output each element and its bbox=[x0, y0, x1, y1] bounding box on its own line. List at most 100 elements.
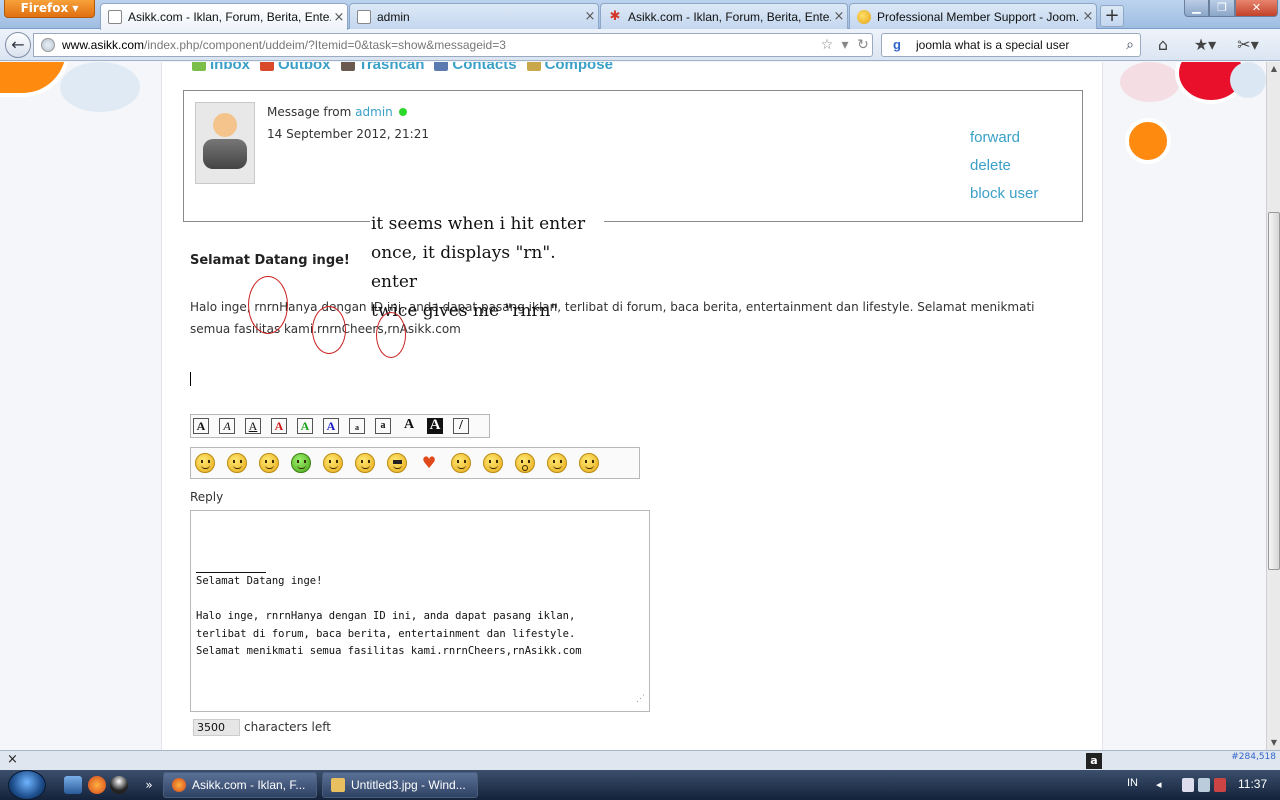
firefox-icon bbox=[172, 778, 186, 792]
bookmarks-menu-icon[interactable]: ★▾ bbox=[1188, 35, 1222, 55]
taskbar-firefox-window[interactable]: Asikk.com - Iklan, F... bbox=[163, 772, 317, 798]
vertical-scrollbar[interactable]: ▲ ▼ bbox=[1266, 62, 1280, 750]
tab-asikk-message[interactable]: Asikk.com - Iklan, Forum, Berita, Ente..… bbox=[100, 3, 348, 30]
blue-text-button[interactable]: A bbox=[323, 418, 339, 434]
scrollbar-thumb[interactable] bbox=[1268, 212, 1280, 570]
close-icon[interactable]: × bbox=[831, 9, 847, 24]
emoticon-icon[interactable] bbox=[227, 453, 247, 473]
search-engine-icon[interactable]: g bbox=[884, 35, 910, 55]
online-status-icon bbox=[398, 108, 407, 116]
reload-icon[interactable]: ↻ bbox=[854, 37, 872, 53]
message-page: Inbox Outbox Trashcan Contacts Compose M… bbox=[161, 62, 1103, 750]
annotation-circle bbox=[248, 276, 288, 334]
language-indicator[interactable]: IN bbox=[1127, 777, 1138, 789]
tab-asikk-home[interactable]: ✱ Asikk.com - Iklan, Forum, Berita, Ente… bbox=[600, 3, 848, 29]
group-emoticon-icon[interactable] bbox=[579, 453, 599, 473]
quoted-line: Halo inge, rnrnHanya dengan ID ini, anda… bbox=[196, 610, 576, 622]
sender-link[interactable]: admin bbox=[355, 105, 393, 119]
url-path: /index.php/component/uddeim/?Itemid=0&ta… bbox=[144, 38, 506, 52]
red-text-button[interactable]: A bbox=[271, 418, 287, 434]
taskbar-photo-viewer-window[interactable]: Untitled3.jpg - Wind... bbox=[322, 772, 478, 798]
emoticon-icon[interactable] bbox=[483, 453, 503, 473]
addon-a-icon[interactable]: a bbox=[1086, 753, 1102, 769]
maximize-button[interactable]: ❐ bbox=[1209, 0, 1235, 17]
underline-button[interactable]: A bbox=[245, 418, 261, 434]
decor-bubble bbox=[0, 62, 70, 97]
message-header-box: Message from admin 14 September 2012, 21… bbox=[183, 90, 1083, 222]
clock[interactable]: 11:37 bbox=[1238, 777, 1267, 791]
url-text[interactable]: www.asikk.com/index.php/component/uddeim… bbox=[62, 38, 818, 52]
small-text-button[interactable]: a bbox=[349, 418, 365, 434]
scroll-down-icon[interactable]: ▼ bbox=[1267, 736, 1280, 750]
reply-textarea[interactable]: Selamat Datang inge! Halo inge, rnrnHany… bbox=[190, 510, 650, 712]
cool-emoticon-icon[interactable] bbox=[387, 453, 407, 473]
messenger-icon[interactable] bbox=[110, 776, 128, 794]
new-tab-button[interactable]: + bbox=[1100, 5, 1124, 27]
show-desktop-icon[interactable] bbox=[64, 776, 82, 794]
window-close-button[interactable]: ✕ bbox=[1235, 0, 1278, 17]
history-dropdown-icon[interactable]: ▾ bbox=[836, 37, 854, 53]
resize-grip-icon[interactable]: ⋰ bbox=[636, 691, 645, 709]
search-icon[interactable]: ⌕ bbox=[1120, 37, 1140, 53]
remove-format-button[interactable]: / bbox=[453, 418, 469, 434]
heart-icon[interactable]: ♥ bbox=[419, 453, 439, 473]
tab-member-support[interactable]: Professional Member Support - Joom... × bbox=[849, 3, 1097, 29]
scroll-up-icon[interactable]: ▲ bbox=[1267, 62, 1280, 76]
more-icon[interactable]: » bbox=[140, 776, 158, 794]
close-icon[interactable]: × bbox=[582, 9, 598, 24]
start-button[interactable] bbox=[8, 770, 46, 800]
emoticon-icon[interactable] bbox=[323, 453, 343, 473]
annotation-circle bbox=[376, 312, 406, 358]
volume-icon[interactable] bbox=[1214, 778, 1226, 792]
message-from: Message from admin bbox=[267, 105, 407, 119]
kiss-emoticon-icon[interactable] bbox=[451, 453, 471, 473]
forward-link[interactable]: forward bbox=[970, 129, 1020, 146]
text-caret bbox=[190, 372, 191, 386]
annotation-circle bbox=[312, 306, 346, 354]
normal-text-button[interactable]: a bbox=[375, 418, 391, 434]
tray-icon[interactable] bbox=[1182, 778, 1194, 792]
home-icon[interactable]: ⌂ bbox=[1152, 35, 1174, 55]
page-viewport: Inbox Outbox Trashcan Contacts Compose M… bbox=[0, 62, 1266, 750]
avatar[interactable] bbox=[195, 102, 255, 184]
trashcan-link[interactable]: Trashcan bbox=[340, 62, 424, 73]
search-bar[interactable]: g joomla what is a special user ⌕ bbox=[881, 33, 1141, 57]
inbox-icon bbox=[192, 62, 206, 71]
minimize-button[interactable]: ▁ bbox=[1184, 0, 1209, 17]
emoticon-icon[interactable] bbox=[547, 453, 567, 473]
bookmark-star-icon[interactable]: ☆ bbox=[818, 37, 836, 53]
decor-bubble bbox=[1125, 118, 1171, 164]
avatar-body bbox=[203, 139, 247, 169]
emoticon-icon[interactable] bbox=[355, 453, 375, 473]
tab-admin[interactable]: admin × bbox=[349, 3, 599, 29]
tab-label: Asikk.com - Iklan, Forum, Berita, Ente..… bbox=[128, 10, 331, 24]
emoticon-icon[interactable] bbox=[195, 453, 215, 473]
network-icon[interactable] bbox=[1198, 778, 1210, 792]
addon-icon[interactable]: ✂▾ bbox=[1234, 35, 1262, 55]
url-bar[interactable]: www.asikk.com/index.php/component/uddeim… bbox=[33, 33, 873, 57]
close-icon[interactable]: × bbox=[7, 752, 18, 767]
firefox-menu-button[interactable]: Firefox ▾ bbox=[4, 0, 95, 18]
emoticon-icon[interactable] bbox=[259, 453, 279, 473]
sick-emoticon-icon[interactable] bbox=[291, 453, 311, 473]
delete-link[interactable]: delete bbox=[970, 157, 1011, 174]
large-text-button[interactable]: A bbox=[401, 418, 417, 434]
firefox-icon[interactable] bbox=[88, 776, 106, 794]
contacts-link[interactable]: Contacts bbox=[434, 62, 517, 73]
close-icon[interactable]: × bbox=[331, 10, 347, 25]
xlarge-text-button[interactable]: A bbox=[427, 418, 443, 434]
tray-expand-icon[interactable]: ◂ bbox=[1156, 778, 1168, 792]
inbox-link[interactable]: Inbox bbox=[192, 62, 250, 73]
support-icon bbox=[857, 9, 871, 24]
block-user-link[interactable]: block user bbox=[970, 185, 1038, 202]
surprised-emoticon-icon[interactable] bbox=[515, 453, 535, 473]
italic-button[interactable]: A bbox=[219, 418, 235, 434]
green-text-button[interactable]: A bbox=[297, 418, 313, 434]
compose-link[interactable]: Compose bbox=[526, 62, 613, 73]
browser-titlebar: Firefox ▾ Asikk.com - Iklan, Forum, Beri… bbox=[0, 0, 1280, 30]
outbox-link[interactable]: Outbox bbox=[260, 62, 331, 73]
bold-button[interactable]: A bbox=[193, 418, 209, 434]
close-icon[interactable]: × bbox=[1080, 9, 1096, 24]
back-button[interactable]: ← bbox=[5, 32, 31, 58]
search-input[interactable]: joomla what is a special user bbox=[916, 38, 1120, 52]
